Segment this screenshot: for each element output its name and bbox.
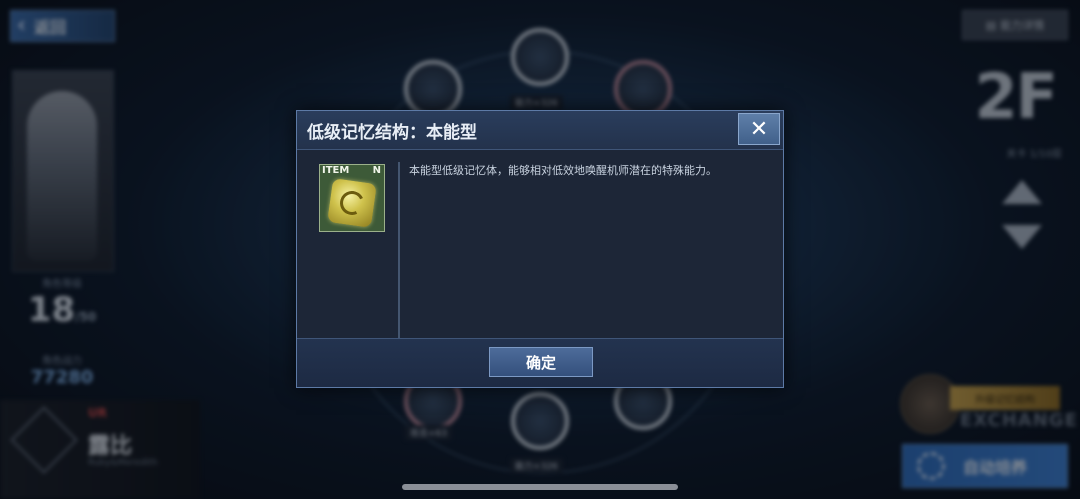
close-icon: ✕ — [749, 116, 769, 142]
dialog-title: 低级记忆结构：本能型 — [307, 123, 477, 143]
confirm-button[interactable]: 确定 — [489, 347, 593, 377]
item-icon-frame: ITEM N — [319, 164, 385, 232]
dialog-footer: 确定 — [297, 338, 783, 387]
home-indicator[interactable] — [402, 484, 678, 490]
dialog-header: 低级记忆结构：本能型 ✕ — [297, 111, 783, 150]
item-tag: ITEM — [322, 165, 350, 176]
dialog-body: ITEM N 本能型低级记忆体，能够相对低效地唤醒机师潜在的特殊能力。 — [297, 150, 783, 340]
close-button[interactable]: ✕ — [738, 113, 780, 145]
divider — [398, 162, 400, 338]
item-description: 本能型低级记忆体，能够相对低效地唤醒机师潜在的特殊能力。 — [409, 164, 717, 177]
item-info-dialog: 低级记忆结构：本能型 ✕ ITEM N 本能型低级记忆体，能够相对低效地唤醒机师… — [296, 110, 784, 388]
item-rarity-badge: N — [372, 165, 381, 176]
